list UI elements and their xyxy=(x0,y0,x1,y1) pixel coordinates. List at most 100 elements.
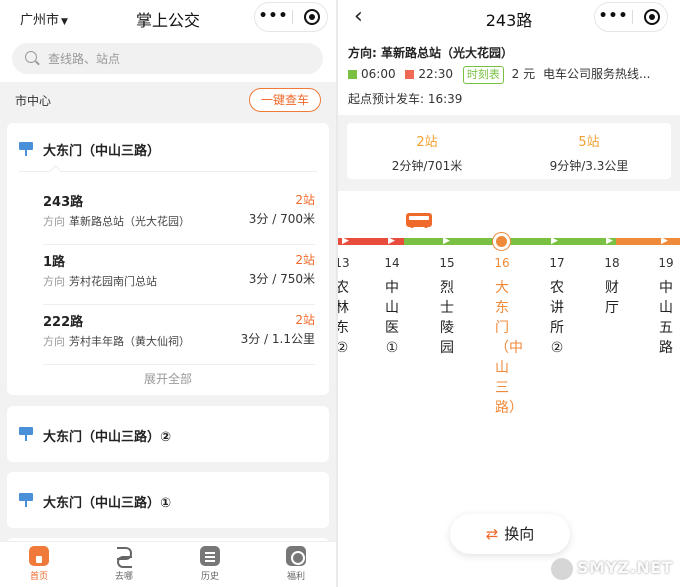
watermark-text: SMYZ.NET xyxy=(577,558,673,577)
station[interactable]: 17 农讲所② xyxy=(543,256,571,358)
station-name: 农讲所② xyxy=(550,280,564,356)
area-label: 市中心 xyxy=(15,94,52,108)
station-name: 中山医① xyxy=(385,280,399,356)
stop-card[interactable]: 大东门（中山三路）② xyxy=(7,406,329,462)
station[interactable]: 18 财厅 xyxy=(598,256,626,318)
eta: 3分 / 700米 xyxy=(248,212,315,226)
current-stop-marker xyxy=(493,233,510,250)
tab-label: 首页 xyxy=(29,572,48,582)
station-name: 烈士陵园 xyxy=(440,280,454,356)
station-number: 13 xyxy=(338,256,350,270)
station[interactable]: 19 中山五路 xyxy=(652,256,680,358)
route-direction: 方向 芳村花园南门总站 xyxy=(43,273,157,289)
stops-away: 2站 xyxy=(295,253,315,267)
bus-icon[interactable] xyxy=(406,213,432,228)
station[interactable]: 14 中山医① xyxy=(378,256,406,358)
route-icon xyxy=(114,546,134,568)
arrow-right-icon: ▶ xyxy=(443,236,450,246)
more-icon[interactable]: ••• xyxy=(255,3,292,31)
more-icon[interactable]: ••• xyxy=(595,3,632,31)
quick-query-button[interactable]: 一键查车 xyxy=(249,88,321,112)
stops-away: 2站 xyxy=(295,193,315,207)
station-name: 财厅 xyxy=(605,280,619,316)
station-number: 16 xyxy=(494,256,510,270)
history-icon xyxy=(200,546,220,566)
departure-time: 起点预计发车: 16:39 xyxy=(348,92,463,106)
city-label: 广州市 xyxy=(20,13,60,28)
close-target-icon[interactable] xyxy=(644,9,660,25)
search-input[interactable]: 查线路、站点 xyxy=(12,43,323,74)
divider xyxy=(19,171,317,172)
tab-welfare[interactable]: 福利 xyxy=(266,546,326,582)
divider xyxy=(43,364,315,365)
header: 广州市 ▼ 掌上公交 ••• 查线路、站点 xyxy=(0,0,336,82)
route-name: 1路 xyxy=(43,255,66,270)
route-direction: 方向: 革新路总站（光大花园） xyxy=(348,46,513,60)
direction-label: 方向 xyxy=(43,275,65,288)
switch-label: 换向 xyxy=(504,525,535,543)
station-name: 中山五路 xyxy=(659,280,673,356)
switch-direction-button[interactable]: ⇄ 换向 xyxy=(450,514,570,554)
station-number: 19 xyxy=(658,256,674,270)
fare: 2 元 xyxy=(511,67,536,81)
eta: 3分 / 750米 xyxy=(248,272,315,286)
mini-program-capsule: ••• xyxy=(594,2,668,32)
station-number: 18 xyxy=(604,256,620,270)
route-destination: 芳村丰年路（黄大仙祠） xyxy=(69,335,190,348)
stop-name[interactable]: 大东门（中山三路） xyxy=(43,140,160,159)
stop-name: 大东门（中山三路）① xyxy=(43,496,172,511)
station[interactable]: 15 烈士陵园 xyxy=(433,256,461,358)
city-selector[interactable]: 广州市 ▼ xyxy=(20,9,68,28)
arrow-right-icon: ▶ xyxy=(551,236,558,246)
expand-all-button[interactable]: 展开全部 xyxy=(7,370,329,387)
station-name: 农林东② xyxy=(338,280,349,356)
station-name: 大东门（中山三路） xyxy=(495,280,523,416)
mini-program-capsule: ••• xyxy=(254,2,328,32)
back-arrow-icon[interactable]: ‹ xyxy=(354,6,363,28)
capsule-divider xyxy=(292,10,293,24)
tab-bar: 首页 去哪 历史 福利 xyxy=(0,541,336,587)
route-destination: 革新路总站（光大花园） xyxy=(69,215,190,228)
tab-label: 历史 xyxy=(200,572,219,582)
arrow-right-icon: ▶ xyxy=(661,236,668,246)
card-notch xyxy=(49,165,62,178)
home-icon xyxy=(29,546,49,566)
tab-home[interactable]: 首页 xyxy=(9,546,69,582)
site-watermark: SMYZ.NET xyxy=(551,555,677,583)
hotline[interactable]: 电车公司服务热线... xyxy=(543,67,650,81)
caret-down-icon: ▼ xyxy=(61,17,68,27)
bus-stop-icon xyxy=(19,142,33,156)
search-placeholder: 查线路、站点 xyxy=(48,52,121,66)
direction-label: 方向 xyxy=(43,215,65,228)
stop-name: 大东门（中山三路）② xyxy=(43,430,172,445)
last-bus-icon xyxy=(405,70,415,79)
route-name: 222路 xyxy=(43,315,84,330)
route-row[interactable]: 222路 方向 芳村丰年路（黄大仙祠） 2站 3分 / 1.1公里 xyxy=(43,305,315,365)
tab-route[interactable]: 去哪 xyxy=(94,546,154,582)
stop-card[interactable]: 大东门（中山三路）① xyxy=(7,472,329,528)
route-name: 243路 xyxy=(43,195,84,210)
bus-eta: 2分钟/701米 xyxy=(391,159,463,173)
route-row[interactable]: 1路 方向 芳村花园南门总站 2站 3分 / 750米 xyxy=(43,245,315,305)
timetable-button[interactable]: 时刻表 xyxy=(462,66,504,84)
tab-label: 福利 xyxy=(286,572,305,582)
stops-away: 2站 xyxy=(295,313,315,327)
route-destination: 芳村花园南门总站 xyxy=(69,275,157,288)
station[interactable]: 13 农林东② xyxy=(338,256,356,358)
bus-info-1[interactable]: 2站 2分钟/701米 xyxy=(347,131,507,174)
arrow-right-icon: ▶ xyxy=(606,236,613,246)
first-bus-icon xyxy=(348,70,357,79)
bus-info-area: 2站 2分钟/701米 5站 9分钟/3.3公里 xyxy=(338,115,680,191)
close-target-icon[interactable] xyxy=(304,9,320,25)
route-direction: 方向 芳村丰年路（黄大仙祠） xyxy=(43,333,190,349)
station-current[interactable]: 16 大东门（中山三路） xyxy=(488,256,523,418)
tab-history[interactable]: 历史 xyxy=(180,546,240,582)
route-direction: 方向 革新路总站（光大花园） xyxy=(43,213,190,229)
last-bus-time: 22:30 xyxy=(418,67,454,81)
bus-info-card: 2站 2分钟/701米 5站 9分钟/3.3公里 xyxy=(347,123,671,179)
bus-info-2[interactable]: 5站 9分钟/3.3公里 xyxy=(509,131,669,174)
direction-label: 方向 xyxy=(43,335,65,348)
schedule-line: 06:00 22:30 时刻表 2 元 电车公司服务热线... xyxy=(348,65,678,85)
swap-arrows-icon: ⇄ xyxy=(485,525,499,543)
route-row[interactable]: 243路 方向 革新路总站（光大花园） 2站 3分 / 700米 xyxy=(43,185,315,245)
